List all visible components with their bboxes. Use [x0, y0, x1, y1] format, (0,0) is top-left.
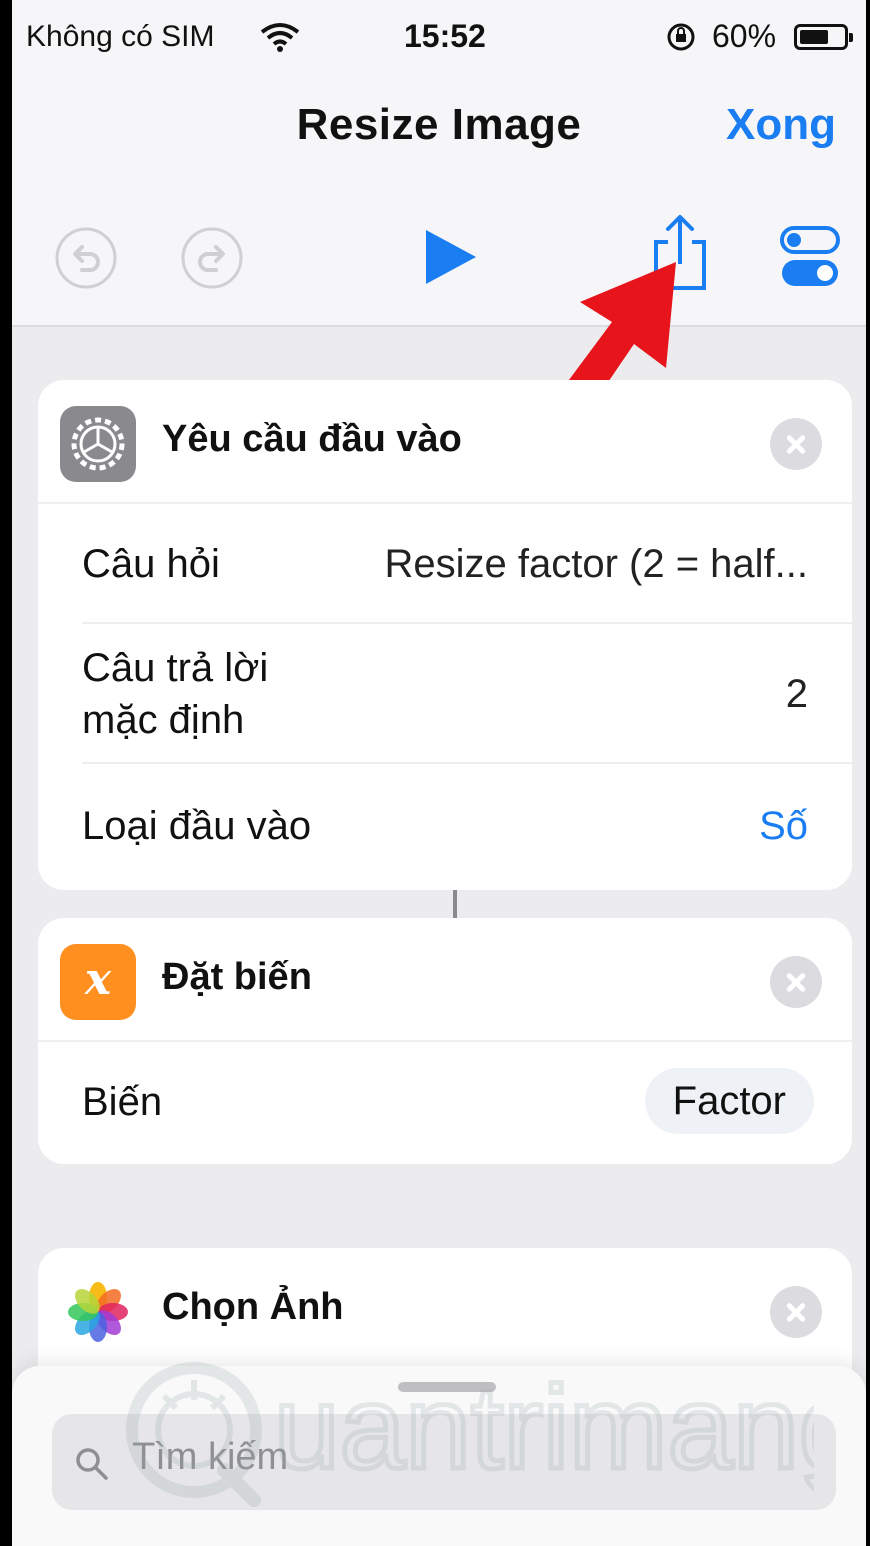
- row-label: Loại đầu vào: [82, 804, 312, 848]
- status-bar: Không có SIM 15:52 60%: [12, 0, 866, 80]
- phone-screen: Không có SIM 15:52 60% Resize Image Xong: [12, 0, 866, 1546]
- row-variable[interactable]: Biến Factor: [82, 1042, 852, 1164]
- input-type-value[interactable]: Số: [759, 804, 808, 849]
- gear-icon: [60, 406, 136, 482]
- photos-icon: [60, 1274, 136, 1350]
- card-header: Chọn Ảnh: [38, 1248, 852, 1370]
- battery-percent: 60%: [712, 18, 777, 54]
- row-value: Resize factor (2 = half...: [384, 542, 808, 586]
- undo-icon[interactable]: [54, 226, 118, 290]
- row-value: 2: [785, 672, 808, 716]
- play-icon[interactable]: [418, 226, 480, 288]
- settings-toggles-icon[interactable]: [780, 224, 840, 288]
- action-card-ask-input[interactable]: Yêu cầu đầu vào Câu hỏi Resize factor (2…: [38, 380, 852, 890]
- row-label-line1: Câu trả lời: [82, 646, 269, 690]
- actions-bottom-sheet[interactable]: Tìm kiếm: [12, 1366, 866, 1546]
- remove-action-button[interactable]: [770, 956, 822, 1008]
- row-label: Câu hỏi: [82, 542, 220, 586]
- action-card-set-variable[interactable]: x Đặt biến Biến Factor: [38, 918, 852, 1164]
- row-input-type[interactable]: Loại đầu vào Số: [82, 764, 852, 890]
- variable-icon: x: [60, 944, 136, 1020]
- row-default-answer[interactable]: Câu trả lời mặc định 2: [82, 624, 852, 764]
- search-placeholder: Tìm kiếm: [132, 1436, 289, 1478]
- sheet-grabber[interactable]: [398, 1382, 496, 1392]
- clock: 15:52: [404, 18, 486, 54]
- row-label-line2: mặc định: [82, 698, 245, 742]
- card-title: Chọn Ảnh: [162, 1286, 344, 1328]
- row-label: Biến: [82, 1080, 163, 1124]
- navigation-bar: Resize Image Xong: [12, 80, 866, 327]
- battery-icon: [794, 24, 853, 50]
- card-header: Yêu cầu đầu vào: [38, 380, 852, 502]
- remove-action-button[interactable]: [770, 1286, 822, 1338]
- card-header: x Đặt biến: [38, 918, 852, 1040]
- remove-action-button[interactable]: [770, 418, 822, 470]
- redo-icon[interactable]: [180, 226, 244, 290]
- row-question[interactable]: Câu hỏi Resize factor (2 = half...: [82, 504, 852, 624]
- done-button[interactable]: Xong: [726, 100, 836, 150]
- card-title: Đặt biến: [162, 956, 312, 998]
- variable-name-pill[interactable]: Factor: [644, 1068, 814, 1134]
- search-icon: [76, 1448, 108, 1480]
- rotation-lock-icon: [667, 23, 695, 51]
- wifi-icon: [260, 23, 300, 52]
- carrier-label: Không có SIM: [26, 20, 215, 53]
- card-title: Yêu cầu đầu vào: [162, 418, 462, 460]
- search-input[interactable]: Tìm kiếm: [52, 1414, 836, 1510]
- action-connector: [453, 890, 457, 918]
